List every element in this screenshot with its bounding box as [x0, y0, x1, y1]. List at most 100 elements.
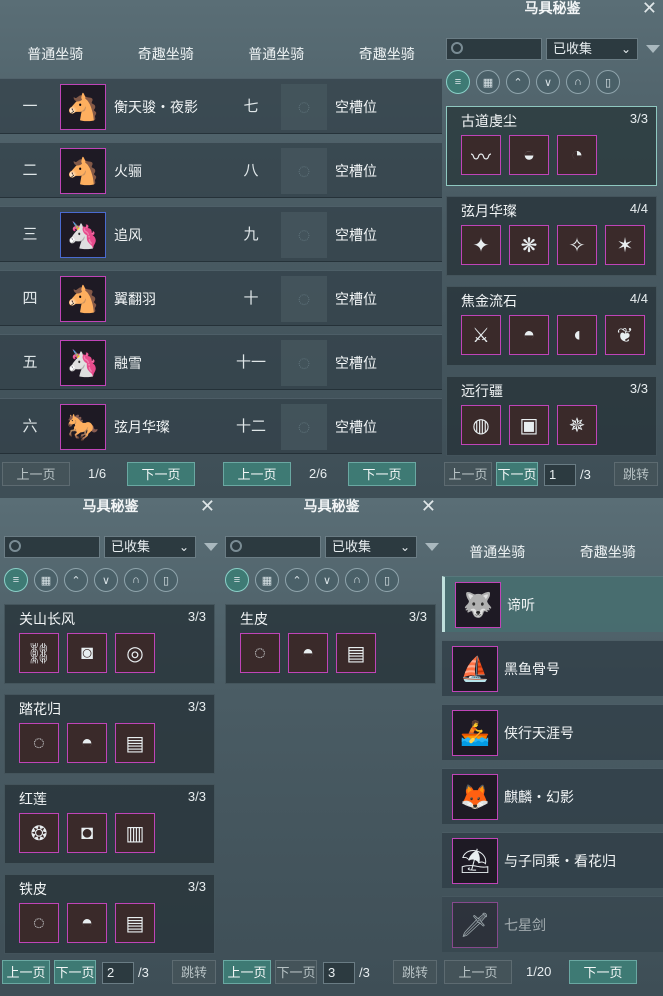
category-shield-icon[interactable]: ▯: [154, 568, 178, 592]
equipment-item-icon[interactable]: ◓: [288, 633, 328, 673]
next-page-button[interactable]: 下一页: [496, 462, 538, 486]
equipment-item-icon[interactable]: ◖: [557, 315, 597, 355]
category-grid-icon[interactable]: ▦: [255, 568, 279, 592]
empty-slot-row[interactable]: 九 ◌ 空槽位: [221, 206, 442, 262]
equipment-item-icon[interactable]: ◓: [509, 315, 549, 355]
next-page-button[interactable]: 下一页: [127, 462, 195, 486]
equipment-item-icon[interactable]: 〰: [461, 135, 501, 175]
category-grid-icon[interactable]: ▦: [34, 568, 58, 592]
equipment-item-icon[interactable]: ◙: [67, 633, 107, 673]
equipment-item-icon[interactable]: ▥: [115, 813, 155, 853]
mount-slot-row[interactable]: 四 🐴 翼翻羽: [0, 270, 221, 326]
tab-normal-mount[interactable]: 普通坐骑: [221, 44, 332, 66]
filter-icon[interactable]: [646, 45, 660, 53]
collected-filter-select[interactable]: 已收集 ⌄: [104, 536, 196, 558]
collected-filter-select[interactable]: 已收集 ⌄: [546, 38, 638, 60]
jump-button[interactable]: 跳转: [614, 462, 658, 486]
prev-page-button[interactable]: 上一页: [2, 462, 70, 486]
empty-slot-row[interactable]: 十二 ◌ 空槽位: [221, 398, 442, 454]
equipment-item-icon[interactable]: ✦: [461, 225, 501, 265]
equipment-set-card[interactable]: 红莲 3/3 ❂ ◘ ▥: [4, 784, 215, 864]
mount-slot-row[interactable]: 六 🐎 弦月华璨: [0, 398, 221, 454]
equipment-item-icon[interactable]: ⛓: [19, 633, 59, 673]
next-page-button[interactable]: 下一页: [348, 462, 416, 486]
equipment-item-icon[interactable]: ◌: [19, 903, 59, 943]
mount-slot-row[interactable]: 三 🦄 追风: [0, 206, 221, 262]
equipment-item-icon[interactable]: ◌: [19, 723, 59, 763]
equipment-item-icon[interactable]: ✧: [557, 225, 597, 265]
equipment-item-icon[interactable]: ❦: [605, 315, 645, 355]
equipment-item-icon[interactable]: ❋: [509, 225, 549, 265]
equipment-item-icon[interactable]: ◓: [67, 723, 107, 763]
prev-page-button[interactable]: 上一页: [444, 960, 512, 984]
close-icon[interactable]: ✕: [642, 0, 657, 17]
equipment-set-card[interactable]: 生皮 3/3 ◌ ◓ ▤: [225, 604, 436, 684]
category-saddle-icon[interactable]: ⌃: [64, 568, 88, 592]
next-page-button[interactable]: 下一页: [569, 960, 637, 984]
equipment-set-card[interactable]: 弦月华璨 4/4 ✦ ❋ ✧ ✶: [446, 196, 657, 276]
collected-filter-select[interactable]: 已收集 ⌄: [325, 536, 417, 558]
fun-mount-row[interactable]: 🦊 麒麟・幻影: [442, 768, 663, 824]
category-saddle-icon[interactable]: ⌃: [285, 568, 309, 592]
jump-button[interactable]: 跳转: [172, 960, 216, 984]
equipment-item-icon[interactable]: ✵: [557, 405, 597, 445]
equipment-item-icon[interactable]: ▣: [509, 405, 549, 445]
empty-slot-row[interactable]: 八 ◌ 空槽位: [221, 142, 442, 198]
fun-mount-row[interactable]: ⛱ 与子同乘・看花归: [442, 832, 663, 888]
category-saddle-icon[interactable]: ⌃: [506, 70, 530, 94]
category-all-icon[interactable]: ≡: [225, 568, 249, 592]
page-number-input[interactable]: 1: [544, 464, 576, 486]
fun-mount-row[interactable]: ⛵ 黑鱼骨号: [442, 640, 663, 696]
empty-slot-row[interactable]: 十一 ◌ 空槽位: [221, 334, 442, 390]
prev-page-button[interactable]: 上一页: [223, 462, 291, 486]
equipment-set-card[interactable]: 焦金流石 4/4 ⚔ ◓ ◖ ❦: [446, 286, 657, 366]
equipment-item-icon[interactable]: ▤: [115, 903, 155, 943]
equipment-set-card[interactable]: 古道虔尘 3/3 〰 ◒ ◔: [446, 106, 657, 186]
equipment-item-icon[interactable]: ◘: [67, 813, 107, 853]
equipment-item-icon[interactable]: ⚔: [461, 315, 501, 355]
filter-icon[interactable]: [204, 543, 218, 551]
mount-slot-row[interactable]: 五 🦄 融雪: [0, 334, 221, 390]
category-armor-icon[interactable]: ∨: [315, 568, 339, 592]
fun-mount-row[interactable]: 🚣 侠行天涯号: [442, 704, 663, 760]
category-horseshoe-icon[interactable]: ∩: [124, 568, 148, 592]
equipment-item-icon[interactable]: ▤: [336, 633, 376, 673]
category-all-icon[interactable]: ≡: [446, 70, 470, 94]
tab-normal-mount[interactable]: 普通坐骑: [442, 542, 553, 564]
search-input[interactable]: [4, 536, 100, 558]
equipment-set-card[interactable]: 铁皮 3/3 ◌ ◓ ▤: [4, 874, 215, 954]
equipment-item-icon[interactable]: ✶: [605, 225, 645, 265]
close-icon[interactable]: ✕: [200, 498, 215, 515]
category-shield-icon[interactable]: ▯: [596, 70, 620, 94]
fun-mount-row[interactable]: 🗡 七星剑: [442, 896, 663, 952]
mount-slot-row[interactable]: 二 🐴 火骊: [0, 142, 221, 198]
empty-slot-row[interactable]: 十 ◌ 空槽位: [221, 270, 442, 326]
equipment-item-icon[interactable]: ◓: [67, 903, 107, 943]
empty-slot-row[interactable]: 七 ◌ 空槽位: [221, 78, 442, 134]
equipment-set-card[interactable]: 远行疆 3/3 ◍ ▣ ✵: [446, 376, 657, 456]
equipment-item-icon[interactable]: ◎: [115, 633, 155, 673]
category-horseshoe-icon[interactable]: ∩: [566, 70, 590, 94]
equipment-item-icon[interactable]: ◌: [240, 633, 280, 673]
search-input[interactable]: [446, 38, 542, 60]
prev-page-button[interactable]: 上一页: [444, 462, 492, 486]
fun-mount-row[interactable]: 🐺 谛听: [442, 576, 663, 632]
tab-fun-mount[interactable]: 奇趣坐骑: [332, 44, 443, 66]
category-grid-icon[interactable]: ▦: [476, 70, 500, 94]
mount-slot-row[interactable]: 一 🐴 衡天骏・夜影: [0, 78, 221, 134]
equipment-item-icon[interactable]: ❂: [19, 813, 59, 853]
category-horseshoe-icon[interactable]: ∩: [345, 568, 369, 592]
tab-fun-mount[interactable]: 奇趣坐骑: [111, 44, 222, 66]
category-armor-icon[interactable]: ∨: [536, 70, 560, 94]
prev-page-button[interactable]: 上一页: [2, 960, 50, 984]
close-icon[interactable]: ✕: [421, 498, 436, 515]
tab-normal-mount[interactable]: 普通坐骑: [0, 44, 111, 66]
next-page-button[interactable]: 下一页: [54, 960, 96, 984]
equipment-set-card[interactable]: 踏花归 3/3 ◌ ◓ ▤: [4, 694, 215, 774]
equipment-item-icon[interactable]: ◒: [509, 135, 549, 175]
prev-page-button[interactable]: 上一页: [223, 960, 271, 984]
page-number-input[interactable]: 3: [323, 962, 355, 984]
page-number-input[interactable]: 2: [102, 962, 134, 984]
jump-button[interactable]: 跳转: [393, 960, 437, 984]
equipment-item-icon[interactable]: ◔: [557, 135, 597, 175]
